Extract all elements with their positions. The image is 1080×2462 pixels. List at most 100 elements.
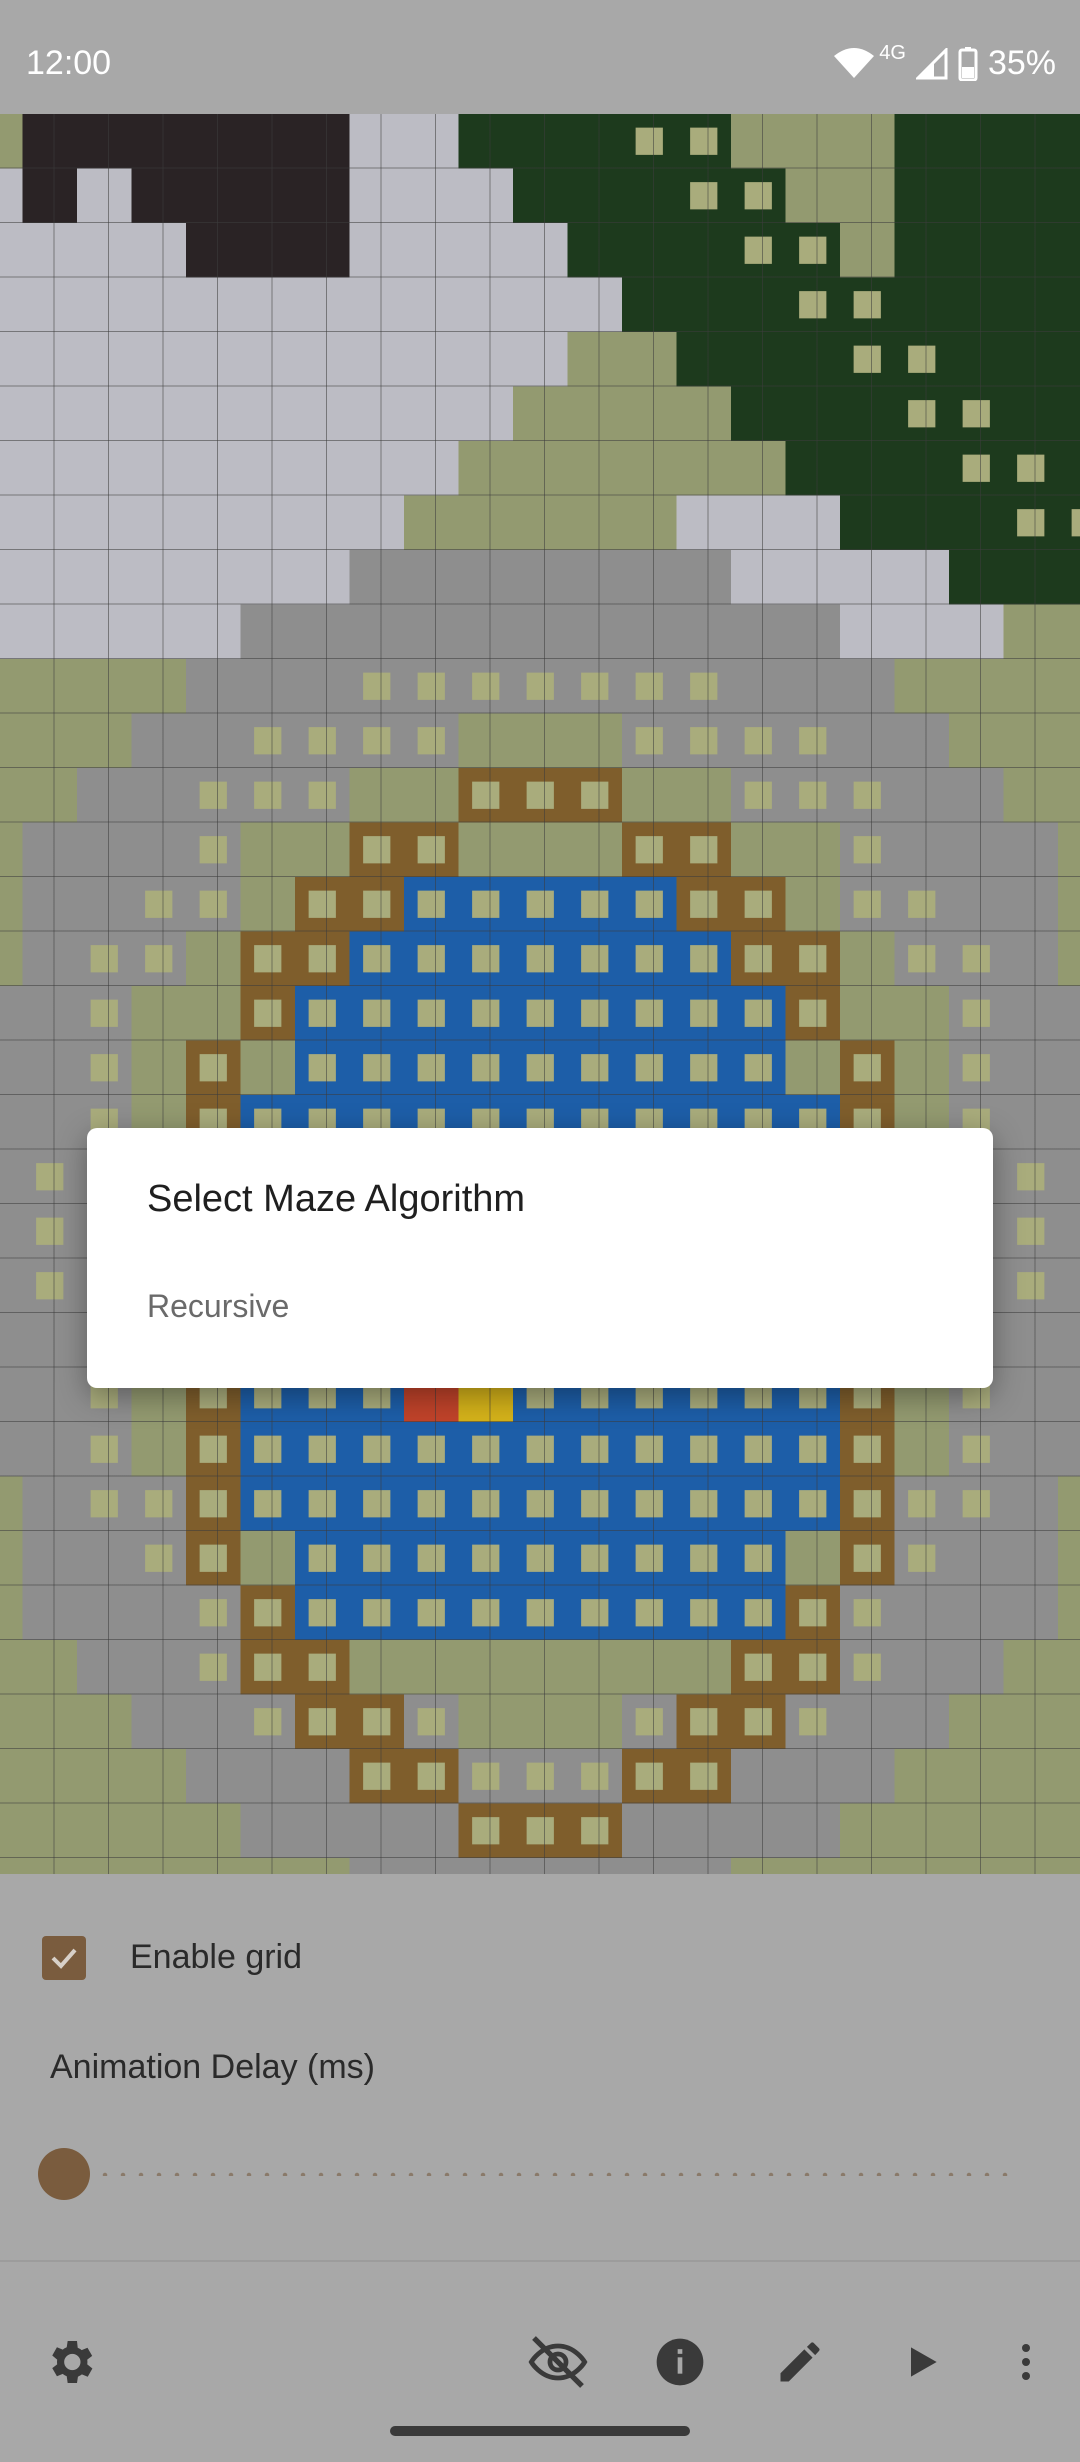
- maze-cell: [949, 713, 1004, 769]
- maze-cell: [0, 1585, 23, 1641]
- maze-cell-marker: [690, 1544, 718, 1572]
- maze-cell: [1003, 168, 1059, 224]
- maze-cell: [1003, 1476, 1059, 1532]
- maze-cell: [77, 1531, 132, 1586]
- maze-cell: [731, 441, 786, 496]
- maze-cell-marker: [308, 781, 336, 809]
- maze-cell: [22, 1803, 78, 1859]
- maze-cell: [785, 495, 841, 551]
- maze-cell: [77, 386, 132, 442]
- maze-cell-marker: [799, 1435, 827, 1463]
- maze-cell-marker: [363, 672, 391, 700]
- maze-cell-marker: [254, 999, 282, 1027]
- maze-cell-marker: [308, 999, 336, 1027]
- maze-cell: [77, 877, 132, 932]
- maze-cell: [1058, 1749, 1080, 1804]
- toggle-visibility-button[interactable]: [526, 2330, 590, 2394]
- info-button[interactable]: [648, 2330, 712, 2394]
- maze-cell: [0, 332, 23, 387]
- maze-cell: [1003, 877, 1059, 932]
- maze-cell-marker: [853, 836, 881, 864]
- maze-cell: [622, 386, 677, 442]
- maze-cell: [676, 550, 732, 605]
- maze-cell-marker: [254, 1599, 282, 1627]
- option-recursive[interactable]: Recursive: [147, 1288, 289, 1325]
- maze-canvas[interactable]: [0, 114, 1080, 1874]
- maze-cell: [1058, 1803, 1080, 1859]
- settings-button[interactable]: [38, 2330, 102, 2394]
- maze-cell: [131, 986, 187, 1041]
- maze-cell: [840, 1803, 895, 1859]
- maze-cell: [22, 1040, 78, 1096]
- maze-cell-marker: [962, 1435, 990, 1463]
- edit-button[interactable]: [768, 2330, 832, 2394]
- maze-cell: [1058, 822, 1080, 878]
- maze-cell: [131, 1640, 187, 1695]
- maze-cell: [77, 604, 132, 660]
- maze-cell: [894, 550, 950, 605]
- maze-cell-marker: [690, 890, 718, 918]
- maze-cell-marker: [417, 999, 445, 1027]
- maze-cell: [77, 1858, 132, 1874]
- maze-cell: [1003, 1749, 1059, 1804]
- maze-cell: [77, 659, 132, 714]
- maze-cell-marker: [363, 999, 391, 1027]
- slider-thumb[interactable]: [38, 2148, 90, 2200]
- maze-cell: [567, 332, 623, 387]
- enable-grid-checkbox[interactable]: [42, 1936, 86, 1980]
- more-options-button[interactable]: [994, 2330, 1058, 2394]
- maze-cell: [1003, 659, 1059, 714]
- maze-cell-marker: [853, 1435, 881, 1463]
- maze-cell: [0, 1313, 23, 1368]
- maze-cell: [622, 168, 677, 224]
- maze-cell-marker: [581, 1599, 609, 1627]
- maze-cell: [0, 495, 23, 551]
- maze-cell: [77, 1749, 132, 1804]
- play-button[interactable]: [890, 2330, 954, 2394]
- maze-cell: [0, 550, 23, 605]
- maze-cell-marker: [1017, 454, 1045, 482]
- maze-cell-marker: [581, 1544, 609, 1572]
- maze-cell: [22, 386, 78, 442]
- maze-cell: [1003, 822, 1059, 878]
- maze-cell-marker: [363, 1762, 391, 1790]
- maze-cell: [731, 495, 786, 551]
- maze-cell-marker: [472, 672, 500, 700]
- home-indicator[interactable]: [390, 2426, 690, 2436]
- maze-cell: [404, 223, 459, 278]
- maze-cell: [1003, 604, 1059, 660]
- check-icon: [51, 1948, 77, 1969]
- maze-cell: [77, 1585, 132, 1641]
- maze-cell-marker: [581, 890, 609, 918]
- maze-cell-marker: [581, 1054, 609, 1082]
- maze-cell: [0, 386, 23, 442]
- maze-cell: [513, 223, 568, 278]
- maze-cell: [949, 1585, 1004, 1641]
- maze-cell-marker: [199, 1599, 227, 1627]
- maze-cell: [894, 277, 950, 333]
- maze-cell: [731, 277, 786, 333]
- maze-cell-marker: [526, 672, 554, 700]
- maze-cell-marker: [363, 1544, 391, 1572]
- maze-cell: [77, 495, 132, 551]
- maze-cell: [349, 768, 405, 823]
- maze-cell: [622, 1858, 677, 1874]
- status-icons: 4G 35%: [833, 42, 1056, 83]
- maze-cell: [131, 168, 187, 224]
- maze-cell: [1058, 713, 1080, 769]
- maze-cell: [785, 114, 841, 169]
- maze-cell: [0, 1095, 23, 1150]
- maze-cell-marker: [853, 291, 881, 319]
- maze-cell: [949, 277, 1004, 333]
- maze-cell: [567, 822, 623, 878]
- maze-cell: [22, 223, 78, 278]
- maze-cell: [513, 713, 568, 769]
- maze-cell-marker: [690, 945, 718, 973]
- maze-cell-marker: [1017, 1163, 1045, 1191]
- maze-cell: [240, 441, 296, 496]
- maze-cell-marker: [799, 1490, 827, 1518]
- maze-cell: [513, 277, 568, 333]
- maze-cell-marker: [254, 1490, 282, 1518]
- animation-delay-slider[interactable]: [60, 2172, 1020, 2176]
- maze-cell-marker: [417, 672, 445, 700]
